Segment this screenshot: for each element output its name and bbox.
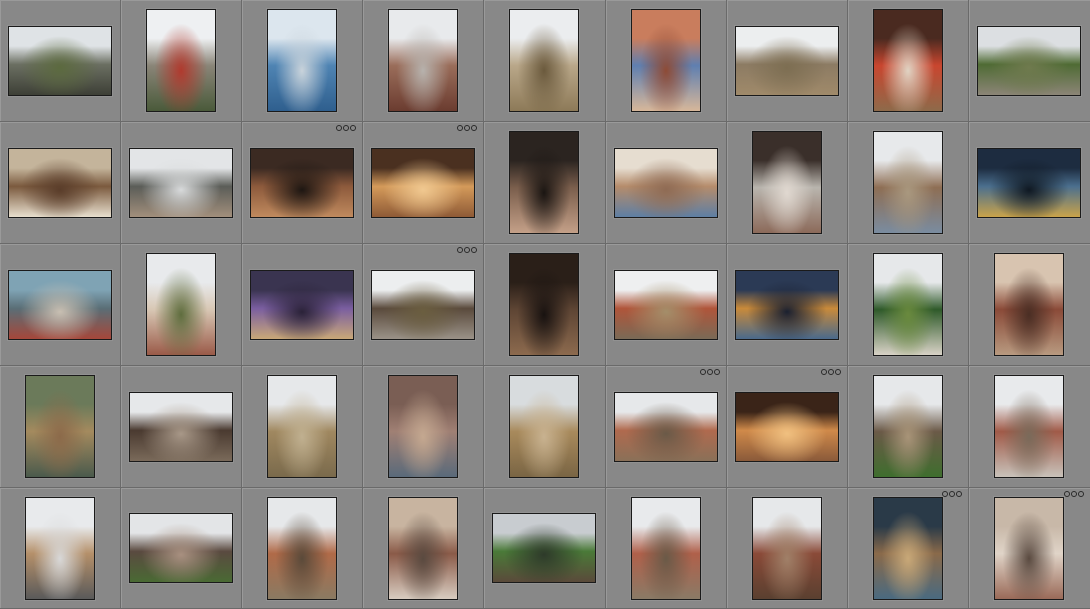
photo-thumbnail[interactable] — [129, 147, 234, 218]
photo-thumbnail[interactable] — [388, 496, 459, 600]
photo-thumbnail[interactable] — [613, 391, 718, 462]
grid-cell[interactable] — [968, 122, 1090, 244]
photo-thumbnail[interactable] — [509, 131, 580, 234]
grid-cell[interactable] — [484, 244, 606, 366]
photo-thumbnail[interactable] — [250, 269, 355, 340]
grid-cell[interactable] — [0, 122, 122, 244]
grid-cell[interactable] — [968, 366, 1090, 488]
grid-cell[interactable] — [847, 0, 969, 122]
photo-thumbnail[interactable] — [267, 375, 338, 478]
photo-thumbnail[interactable] — [388, 375, 459, 478]
photo-thumbnail[interactable] — [267, 9, 338, 112]
photo-thumbnail[interactable] — [8, 147, 113, 218]
photo-thumbnail[interactable] — [613, 269, 718, 340]
grid-cell[interactable] — [363, 244, 485, 366]
photo-thumbnail[interactable] — [734, 25, 839, 96]
grid-cell[interactable] — [968, 244, 1090, 366]
photo-thumbnail[interactable] — [371, 269, 476, 340]
photo-thumbnail[interactable] — [872, 375, 943, 478]
photo-thumbnail[interactable] — [129, 391, 234, 462]
photo-thumbnail[interactable] — [751, 496, 822, 600]
more-options-icon[interactable] — [820, 369, 841, 378]
photo-thumbnail[interactable] — [25, 375, 96, 478]
grid-cell[interactable] — [726, 366, 848, 488]
more-options-icon[interactable] — [1063, 491, 1084, 500]
grid-cell[interactable] — [363, 0, 485, 122]
grid-cell[interactable] — [847, 488, 969, 609]
photo-thumbnail[interactable] — [977, 147, 1082, 218]
grid-cell[interactable] — [242, 122, 364, 244]
photo-thumbnail[interactable] — [509, 253, 580, 356]
photo-thumbnail[interactable] — [994, 496, 1065, 600]
photo-thumbnail[interactable] — [146, 253, 217, 356]
photo-thumbnail[interactable] — [630, 9, 701, 112]
photo-thumbnail[interactable] — [994, 253, 1065, 356]
grid-cell[interactable] — [0, 366, 122, 488]
grid-cell[interactable] — [605, 488, 727, 609]
grid-cell[interactable] — [968, 488, 1090, 609]
photo-thumbnail[interactable] — [872, 253, 943, 356]
grid-cell[interactable] — [242, 488, 364, 609]
photo-thumbnail[interactable] — [509, 9, 580, 112]
grid-cell[interactable] — [847, 122, 969, 244]
grid-cell[interactable] — [605, 244, 727, 366]
grid-cell[interactable] — [242, 366, 364, 488]
grid-cell[interactable] — [726, 244, 848, 366]
grid-cell[interactable] — [484, 366, 606, 488]
grid-cell[interactable] — [0, 244, 122, 366]
grid-cell[interactable] — [847, 366, 969, 488]
photo-thumbnail[interactable] — [8, 269, 113, 340]
grid-cell[interactable] — [968, 0, 1090, 122]
more-options-icon[interactable] — [456, 125, 478, 134]
grid-cell[interactable] — [363, 488, 485, 609]
photo-thumbnail[interactable] — [492, 513, 597, 583]
photo-thumbnail[interactable] — [872, 496, 943, 600]
grid-cell[interactable] — [121, 366, 243, 488]
grid-cell[interactable] — [242, 0, 364, 122]
photo-thumbnail[interactable] — [872, 9, 943, 112]
grid-cell[interactable] — [726, 122, 848, 244]
photo-thumbnail[interactable] — [734, 391, 839, 462]
photo-thumbnail[interactable] — [734, 269, 839, 340]
grid-cell[interactable] — [242, 244, 364, 366]
photo-thumbnail[interactable] — [250, 147, 355, 218]
grid-cell[interactable] — [0, 0, 122, 122]
photo-thumbnail[interactable] — [872, 131, 943, 234]
grid-cell[interactable] — [605, 0, 727, 122]
more-options-icon[interactable] — [699, 369, 720, 378]
grid-cell[interactable] — [484, 0, 606, 122]
more-options-icon[interactable] — [335, 125, 357, 134]
photo-thumbnail[interactable] — [509, 375, 580, 478]
photo-thumbnail[interactable] — [630, 496, 701, 600]
grid-cell[interactable] — [363, 366, 485, 488]
more-options-icon[interactable] — [941, 491, 962, 500]
photo-thumbnail[interactable] — [388, 9, 459, 112]
grid-cell[interactable] — [484, 488, 606, 609]
grid-cell[interactable] — [121, 0, 243, 122]
grid-cell[interactable] — [726, 488, 848, 609]
photo-thumbnail[interactable] — [977, 25, 1082, 96]
photo-thumbnail[interactable] — [613, 147, 718, 218]
photo-thumbnail[interactable] — [751, 131, 822, 234]
grid-cell[interactable] — [605, 366, 727, 488]
photo-thumbnail[interactable] — [371, 147, 476, 218]
grid-cell[interactable] — [121, 122, 243, 244]
grid-cell[interactable] — [847, 244, 969, 366]
more-options-icon[interactable] — [456, 247, 478, 256]
grid-cell[interactable] — [121, 244, 243, 366]
photo-thumbnail[interactable] — [8, 25, 113, 96]
grid-cell[interactable] — [363, 122, 485, 244]
photo-thumbnail[interactable] — [129, 513, 234, 583]
photo-thumbnail[interactable] — [146, 9, 217, 112]
thumbnail-grid — [0, 0, 1090, 609]
photo-thumbnail[interactable] — [25, 496, 96, 600]
grid-cell[interactable] — [726, 0, 848, 122]
grid-cell[interactable] — [605, 122, 727, 244]
grid-cell[interactable] — [121, 488, 243, 609]
grid-cell[interactable] — [484, 122, 606, 244]
grid-cell[interactable] — [0, 488, 122, 609]
photo-thumbnail[interactable] — [267, 496, 338, 600]
photo-thumbnail[interactable] — [994, 375, 1065, 478]
